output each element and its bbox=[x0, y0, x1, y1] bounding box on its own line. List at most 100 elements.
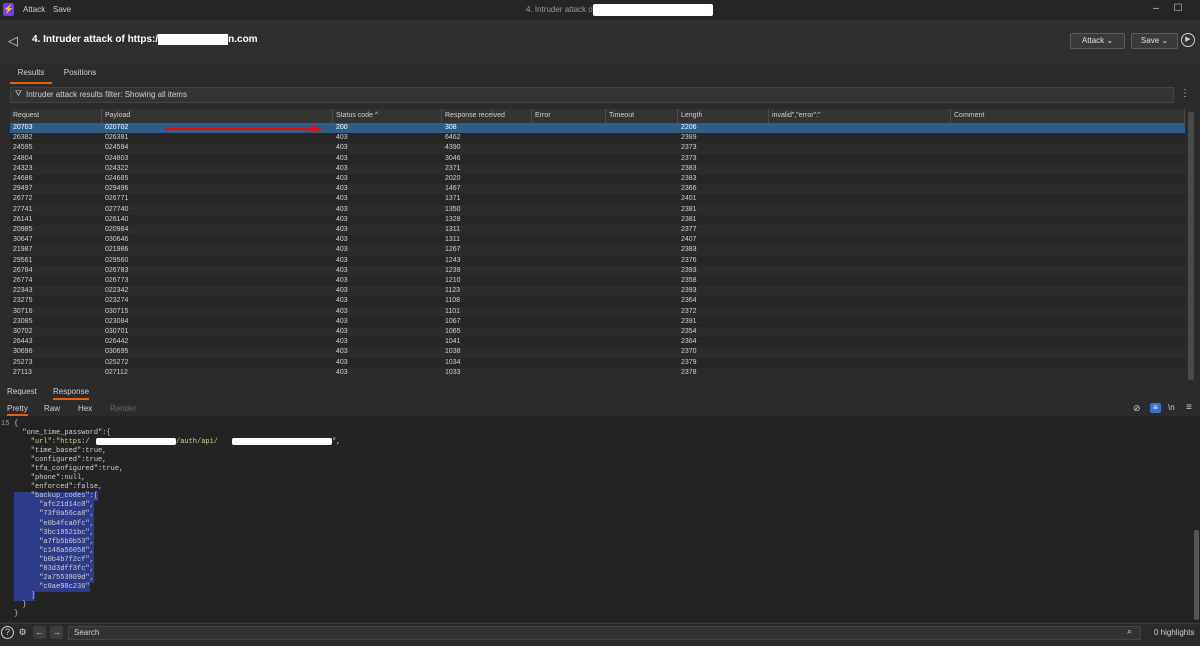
next-arrow-icon[interactable]: → bbox=[50, 626, 63, 639]
table-row[interactable]: 30696 030695 403 1038 2370 bbox=[10, 347, 1185, 357]
table-cell: 1067 bbox=[445, 317, 461, 325]
column-header-grep[interactable]: invalid","error":" bbox=[769, 109, 951, 123]
table-row[interactable]: 29497 029496 403 1467 2366 bbox=[10, 184, 1185, 194]
table-row[interactable]: 24595 024594 403 4390 2373 bbox=[10, 143, 1185, 153]
table-cell: 1243 bbox=[445, 256, 461, 264]
table-cell: 2389 bbox=[681, 134, 697, 142]
table-row[interactable]: 26772 026771 403 1371 2401 bbox=[10, 194, 1185, 205]
column-header-error[interactable]: Error bbox=[532, 109, 606, 123]
search-input[interactable] bbox=[68, 626, 1141, 640]
menu-save[interactable]: Save bbox=[53, 5, 71, 14]
table-cell: 024594 bbox=[105, 144, 129, 152]
table-row[interactable]: 26774 026773 403 1210 2358 bbox=[10, 276, 1185, 287]
tab-results[interactable]: Results bbox=[10, 68, 52, 84]
table-row[interactable]: 20985 020984 403 1311 2377 bbox=[10, 225, 1185, 235]
table-cell: 26774 bbox=[13, 277, 33, 284]
editor-options-icon[interactable]: ≡ bbox=[1186, 402, 1192, 413]
table-cell: 2391 bbox=[681, 317, 697, 325]
play-icon[interactable]: ▶ bbox=[1181, 33, 1195, 47]
table-cell: 403 bbox=[336, 266, 348, 274]
help-icon[interactable]: ? bbox=[1, 626, 14, 639]
table-row[interactable]: 24686 024685 403 2020 2383 bbox=[10, 174, 1185, 185]
tab-request[interactable]: Request bbox=[7, 387, 37, 398]
table-row[interactable]: 23275 023274 403 1108 2364 bbox=[10, 296, 1185, 307]
table-row[interactable]: 26141 026140 403 1328 2381 bbox=[10, 214, 1185, 225]
column-header-response-received[interactable]: Response received bbox=[442, 109, 532, 123]
table-cell: 026140 bbox=[105, 215, 129, 223]
code-line: } bbox=[14, 609, 19, 618]
table-cell: 2381 bbox=[681, 215, 697, 223]
table-row[interactable]: 30716 030715 403 1101 2372 bbox=[10, 307, 1185, 317]
column-header-request[interactable]: Request bbox=[10, 109, 102, 123]
hide-icon[interactable]: ⊘ bbox=[1133, 403, 1141, 414]
table-row[interactable]: 24804 024803 403 3046 2373 bbox=[10, 153, 1185, 164]
previous-arrow-icon[interactable]: ← bbox=[33, 626, 46, 639]
table-cell: 403 bbox=[336, 368, 348, 376]
table-cell: 2373 bbox=[681, 154, 697, 162]
view-tab-raw[interactable]: Raw bbox=[44, 404, 60, 414]
table-scrollbar-thumb[interactable] bbox=[1188, 112, 1194, 380]
results-table: Request Payload Status code ^ Response r… bbox=[10, 109, 1185, 381]
table-row[interactable]: 25273 025272 403 1034 2379 bbox=[10, 357, 1185, 368]
title-prefix: 4. Intruder attack of https:/ bbox=[32, 34, 159, 46]
table-cell: 29561 bbox=[13, 256, 33, 264]
column-header-length[interactable]: Length bbox=[678, 109, 769, 123]
back-arrow-icon[interactable]: ◁ bbox=[8, 33, 18, 49]
table-cell: 3046 bbox=[445, 154, 461, 162]
table-cell: 026771 bbox=[105, 195, 129, 203]
table-cell: 24595 bbox=[13, 144, 33, 152]
column-header-timeout[interactable]: Timeout bbox=[606, 109, 678, 123]
pretty-print-icon[interactable]: ≡ bbox=[1150, 403, 1161, 413]
filter-text: Intruder attack results filter: Showing … bbox=[26, 90, 187, 99]
table-cell: 1065 bbox=[445, 328, 461, 335]
table-cell: 27741 bbox=[13, 205, 33, 213]
column-header-payload[interactable]: Payload bbox=[102, 109, 333, 123]
url-path: /auth/api/ bbox=[176, 438, 219, 446]
table-row[interactable]: 24323 024322 403 2371 2383 bbox=[10, 164, 1185, 174]
table-cell: 2373 bbox=[681, 144, 697, 152]
highlights-count: 0 highlights bbox=[1154, 628, 1195, 637]
table-row[interactable]: 21987 021986 403 1267 2383 bbox=[10, 245, 1185, 255]
code-line: "83d3dff3fc", bbox=[14, 564, 94, 574]
table-cell: 020984 bbox=[105, 226, 129, 233]
table-cell: 030701 bbox=[105, 328, 129, 335]
column-header-comment[interactable]: Comment bbox=[951, 109, 1185, 123]
table-cell: 403 bbox=[336, 195, 348, 203]
settings-gear-icon[interactable]: ⚙ bbox=[16, 626, 29, 639]
table-row[interactable]: 26443 026442 403 1041 2364 bbox=[10, 337, 1185, 348]
table-cell: 403 bbox=[336, 338, 348, 346]
view-tab-hex[interactable]: Hex bbox=[78, 404, 92, 414]
table-row[interactable]: 26784 026783 403 1239 2393 bbox=[10, 266, 1185, 276]
table-cell: 022342 bbox=[105, 287, 129, 295]
table-cell: 30702 bbox=[13, 328, 33, 335]
table-row[interactable]: 30647 030646 403 1311 2407 bbox=[10, 235, 1185, 246]
table-row[interactable]: 27113 027112 403 1033 2378 bbox=[10, 368, 1185, 378]
attack-button[interactable]: Attack ⌄ bbox=[1070, 33, 1125, 49]
table-row[interactable]: 22343 022342 403 1123 2393 bbox=[10, 286, 1185, 296]
tab-response[interactable]: Response bbox=[53, 387, 90, 400]
newline-icon[interactable]: \n bbox=[1168, 403, 1175, 412]
view-tab-pretty[interactable]: Pretty bbox=[7, 404, 28, 416]
table-cell: 1033 bbox=[445, 368, 461, 376]
minimize-icon[interactable]: – bbox=[1150, 3, 1162, 15]
code-line: ] bbox=[14, 591, 36, 601]
redaction-box bbox=[232, 438, 332, 445]
table-row[interactable]: 29561 029560 403 1243 2376 bbox=[10, 255, 1185, 266]
save-button[interactable]: Save ⌄ bbox=[1131, 33, 1178, 49]
table-cell: 1108 bbox=[445, 297, 461, 305]
table-row[interactable]: 23085 023084 403 1067 2391 bbox=[10, 316, 1185, 327]
table-row[interactable]: 27741 027740 403 1350 2381 bbox=[10, 205, 1185, 215]
table-cell: 20985 bbox=[13, 226, 33, 233]
editor-scrollbar[interactable] bbox=[1194, 530, 1199, 620]
table-row[interactable]: 30702 030701 403 1065 2354 bbox=[10, 327, 1185, 337]
search-icon[interactable]: ⌕ bbox=[1127, 626, 1132, 637]
maximize-icon[interactable]: ☐ bbox=[1172, 3, 1184, 15]
table-cell: 403 bbox=[336, 277, 348, 284]
column-header-status-code[interactable]: Status code ^ bbox=[333, 109, 442, 123]
table-cell: 2381 bbox=[681, 205, 697, 213]
more-options-icon[interactable]: ⋮ bbox=[1180, 88, 1190, 99]
table-row[interactable]: 26382 026381 403 6462 2389 bbox=[10, 133, 1185, 144]
tab-positions[interactable]: Positions bbox=[60, 68, 100, 82]
menu-attack[interactable]: Attack bbox=[23, 5, 45, 14]
view-tab-render[interactable]: Render bbox=[110, 404, 136, 414]
